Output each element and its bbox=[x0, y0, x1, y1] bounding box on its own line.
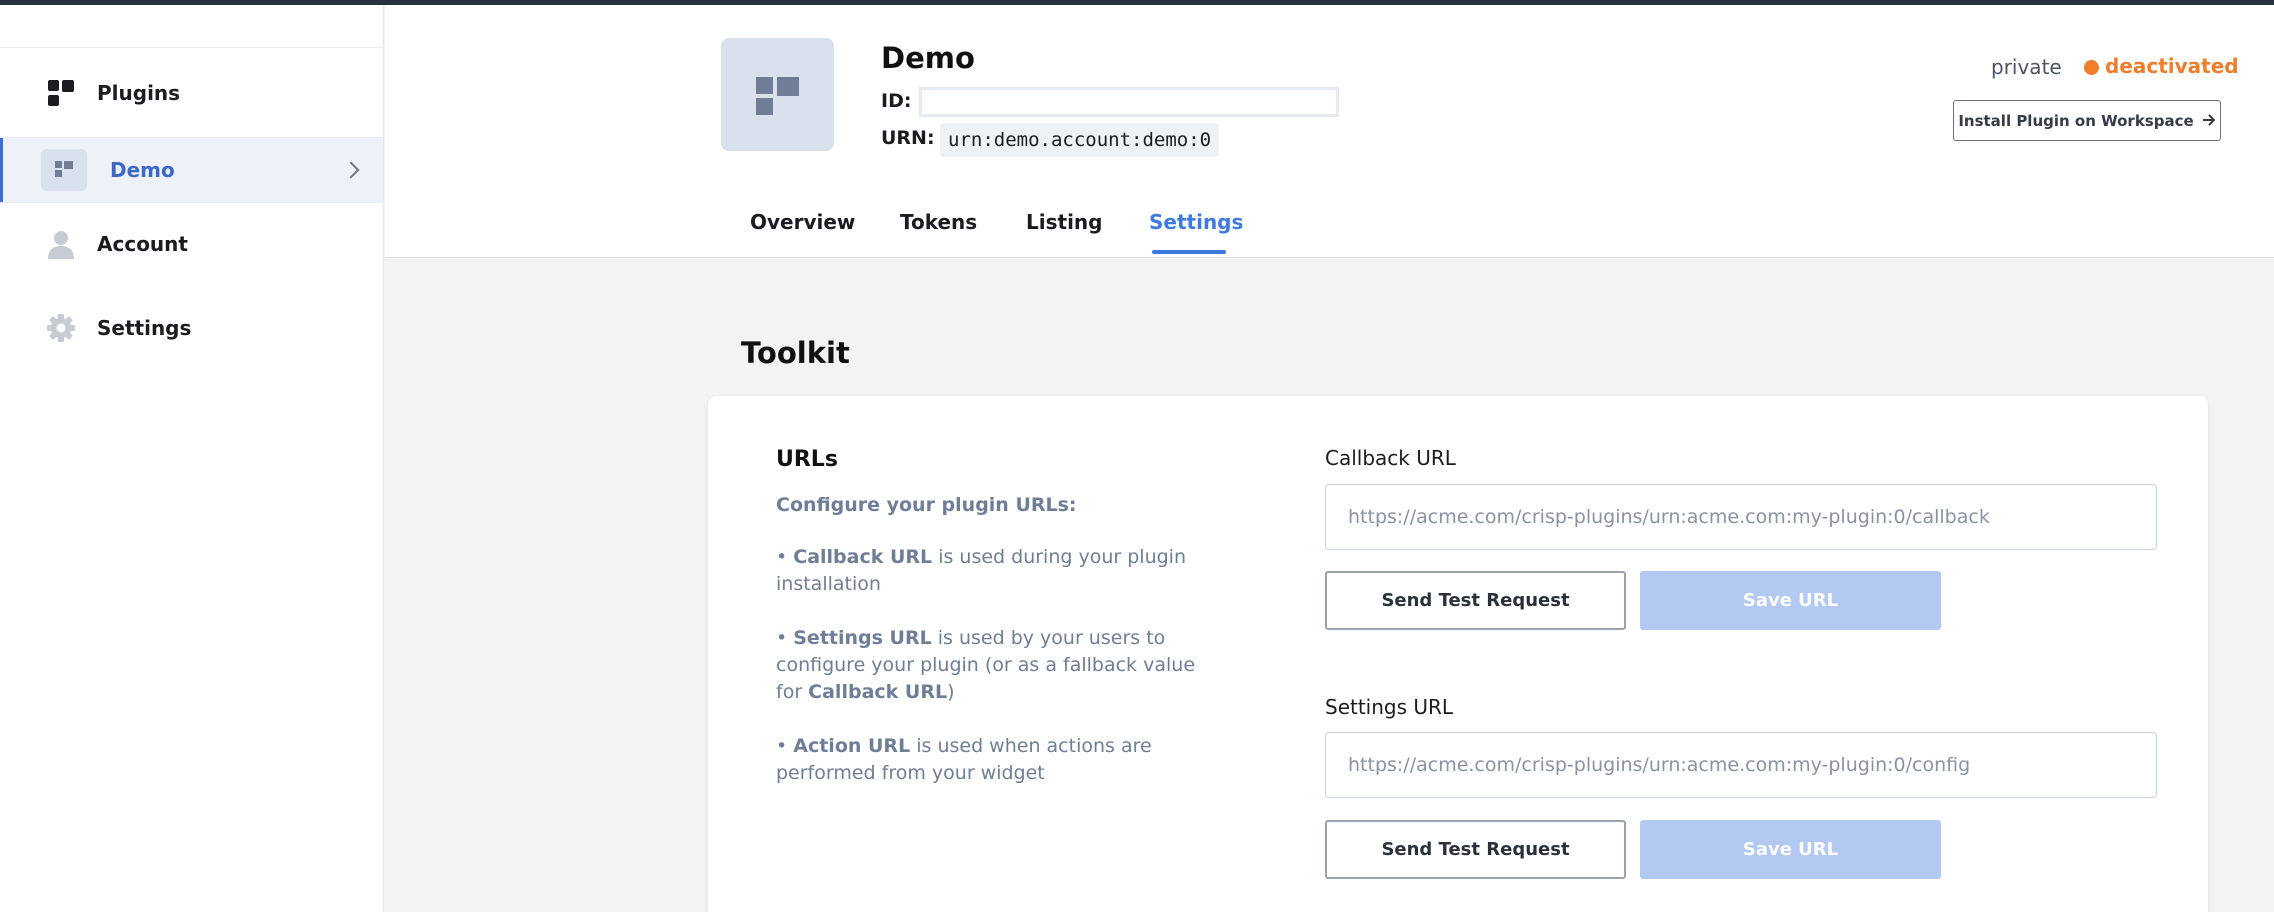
callback-save-url-button[interactable]: Save URL bbox=[1640, 571, 1941, 630]
install-plugin-label: Install Plugin on Workspace bbox=[1958, 111, 2194, 130]
status-badge: deactivated bbox=[2105, 54, 2239, 78]
visibility-label: private bbox=[1991, 55, 2062, 79]
arrow-right-icon bbox=[2202, 112, 2216, 130]
install-plugin-button[interactable]: Install Plugin on Workspace bbox=[1953, 100, 2221, 141]
plugin-logo bbox=[721, 38, 834, 151]
active-tab-indicator bbox=[1152, 250, 1226, 254]
sidebar-item-settings[interactable]: Settings bbox=[0, 287, 383, 369]
urn-value: urn:demo.account:demo:0 bbox=[940, 123, 1220, 157]
gear-icon bbox=[44, 311, 78, 345]
urn-label: URN: bbox=[881, 127, 935, 149]
callback-url-label: Callback URL bbox=[1325, 446, 1456, 470]
settings-save-url-button[interactable]: Save URL bbox=[1640, 820, 1941, 879]
plugins-grid-icon bbox=[44, 76, 78, 110]
bullet-action-url: • Action URL is used when actions are pe… bbox=[776, 735, 1152, 784]
id-label: ID: bbox=[881, 90, 912, 112]
sidebar-item-plugins[interactable]: Plugins bbox=[0, 48, 383, 137]
bullet-settings-url: • Settings URL is used by your users to … bbox=[776, 627, 1196, 703]
settings-url-label: Settings URL bbox=[1325, 695, 1454, 719]
tab-settings[interactable]: Settings bbox=[1149, 210, 1243, 234]
callback-send-test-button[interactable]: Send Test Request bbox=[1325, 571, 1626, 630]
callback-url-input[interactable] bbox=[1325, 484, 2157, 550]
tab-tokens[interactable]: Tokens bbox=[900, 210, 977, 234]
plugin-thumbnail-icon bbox=[41, 149, 87, 191]
bullet-callback-url: • Callback URL is used during your plugi… bbox=[776, 546, 1187, 595]
sidebar-item-demo[interactable]: Demo bbox=[0, 138, 383, 202]
section-title: Toolkit bbox=[741, 336, 850, 370]
plugin-name: Demo bbox=[881, 41, 975, 75]
plugin-id-field[interactable] bbox=[919, 87, 1339, 117]
settings-url-input[interactable] bbox=[1325, 732, 2157, 798]
user-icon bbox=[44, 227, 78, 261]
tab-listing[interactable]: Listing bbox=[1026, 210, 1102, 234]
urls-title: URLs bbox=[776, 447, 838, 472]
settings-send-test-button[interactable]: Send Test Request bbox=[1325, 820, 1626, 879]
urls-subtitle: Configure your plugin URLs: bbox=[776, 494, 1077, 516]
sidebar-item-label: Settings bbox=[97, 316, 192, 340]
chevron-right-icon bbox=[342, 161, 360, 179]
sidebar-item-label: Plugins bbox=[97, 80, 181, 105]
sidebar: Plugins Demo Account Settings bbox=[0, 5, 384, 912]
sidebar-item-account[interactable]: Account bbox=[0, 203, 383, 285]
status-dot-icon bbox=[2084, 60, 2099, 75]
plugin-header: Demo ID: URN: urn:demo.account:demo:0 pr… bbox=[385, 5, 2274, 258]
sidebar-item-label: Demo bbox=[110, 158, 175, 182]
sidebar-item-label: Account bbox=[97, 232, 188, 256]
tab-overview[interactable]: Overview bbox=[750, 210, 855, 234]
